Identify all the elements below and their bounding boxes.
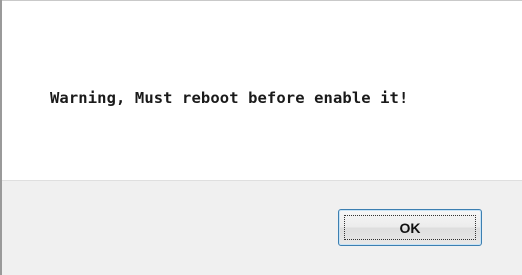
warning-dialog: Warning, Must reboot before enable it! O…: [0, 0, 522, 275]
warning-message: Warning, Must reboot before enable it!: [50, 89, 409, 107]
ok-button[interactable]: OK: [338, 209, 482, 246]
ok-button-label: OK: [399, 219, 421, 236]
dialog-button-bar: OK: [2, 180, 522, 275]
dialog-content-area: Warning, Must reboot before enable it!: [2, 1, 522, 180]
